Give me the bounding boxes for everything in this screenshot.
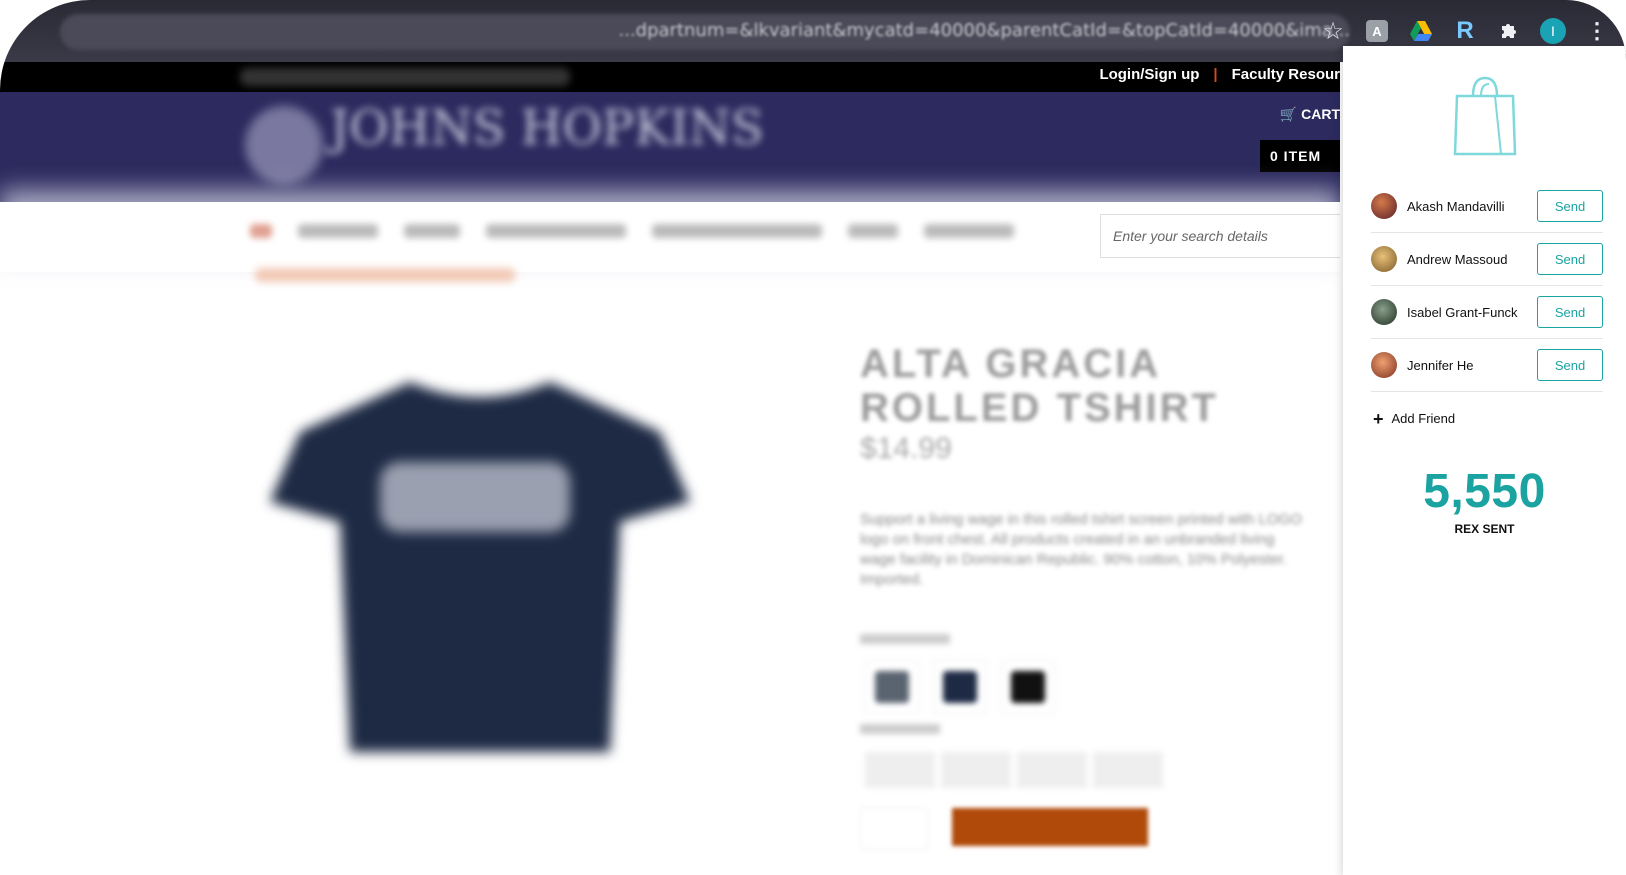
extensions-puzzle-icon[interactable]: [1494, 16, 1524, 46]
top-links: Login/Sign up | Faculty Resour: [1099, 66, 1340, 83]
website-page: Login/Sign up | Faculty Resour JOHNS HOP…: [0, 62, 1340, 875]
product-price: $14.99: [860, 432, 952, 465]
quantity-stepper[interactable]: [860, 808, 928, 850]
breadcrumb[interactable]: [255, 268, 515, 282]
friend-row: Akash Mandavilli Send: [1371, 180, 1603, 233]
size-option[interactable]: [1017, 752, 1087, 788]
send-button[interactable]: Send: [1537, 190, 1603, 222]
avatar: [1371, 193, 1397, 219]
friend-row: Isabel Grant-Funck Send: [1371, 286, 1603, 339]
rex-extension-popup: Akash Mandavilli Send Andrew Massoud Sen…: [1343, 46, 1626, 875]
product-description: Support a living wage in this rolled tsh…: [860, 511, 1302, 588]
send-button[interactable]: Send: [1537, 349, 1603, 381]
url-text[interactable]: ...dpartnum=&lkvariant&mycatd=40000&pare…: [80, 20, 1351, 44]
kebab-menu-icon[interactable]: ⋮: [1582, 16, 1612, 46]
friend-name: Akash Mandavilli: [1407, 198, 1505, 214]
blurred-top-text: [240, 68, 570, 86]
cart-label: CART: [1301, 106, 1340, 122]
rex-sent-count: 5,550: [1423, 465, 1546, 518]
size-option[interactable]: [1093, 752, 1163, 788]
product-image[interactable]: [260, 362, 700, 762]
size-label: [860, 724, 940, 734]
rex-extension-icon[interactable]: R: [1450, 16, 1480, 46]
add-friend-button[interactable]: + Add Friend: [1373, 408, 1456, 429]
avatar: [1371, 299, 1397, 325]
faculty-resources-link[interactable]: Faculty Resour: [1232, 66, 1340, 83]
toolbar-icons: ☆ A R I ⋮: [1318, 16, 1612, 46]
google-drive-icon[interactable]: [1406, 16, 1436, 46]
avatar: [1371, 352, 1397, 378]
avatar: [1371, 246, 1397, 272]
color-label: [860, 634, 950, 644]
swatch-navy[interactable]: [933, 660, 987, 714]
site-top-bar: Login/Sign up | Faculty Resour: [0, 62, 1340, 92]
site-search-input[interactable]: Enter your search details: [1100, 214, 1340, 258]
extension-a-icon[interactable]: A: [1362, 16, 1392, 46]
swatch-black[interactable]: [1001, 660, 1055, 714]
send-button[interactable]: Send: [1537, 243, 1603, 275]
login-link[interactable]: Login/Sign up: [1099, 66, 1199, 83]
shopping-bag-icon: [1453, 76, 1517, 156]
profile-avatar-icon[interactable]: I: [1538, 16, 1568, 46]
product-title: ALTA GRACIA ROLLED TSHIRT: [860, 342, 1219, 430]
site-nav: Enter your search details: [0, 202, 1340, 272]
link-separator: |: [1213, 66, 1218, 83]
friend-row: Andrew Massoud Send: [1371, 233, 1603, 286]
cart-link[interactable]: 🛒 CART: [1280, 106, 1340, 123]
blurred-nav-items[interactable]: [250, 224, 1014, 238]
add-to-cart-button[interactable]: [952, 808, 1148, 846]
plus-icon: +: [1373, 408, 1384, 429]
bookmark-star-icon[interactable]: ☆: [1318, 16, 1348, 46]
rex-sent-label: REX SENT: [1454, 522, 1515, 536]
site-header: JOHNS HOPKINS 🛒 CART 0 ITEM: [0, 92, 1340, 202]
friend-name: Isabel Grant-Funck: [1407, 304, 1518, 320]
size-option[interactable]: [865, 752, 935, 788]
add-friend-label: Add Friend: [1391, 411, 1456, 426]
swatch-gray[interactable]: [865, 660, 919, 714]
friend-name: Jennifer He: [1407, 357, 1474, 373]
search-placeholder: Enter your search details: [1113, 228, 1268, 244]
size-option[interactable]: [941, 752, 1011, 788]
site-logo[interactable]: JOHNS HOPKINS: [240, 100, 764, 190]
friend-row: Jennifer He Send: [1371, 339, 1603, 392]
send-button[interactable]: Send: [1537, 296, 1603, 328]
color-swatches: [865, 660, 1055, 714]
friend-name: Andrew Massoud: [1407, 251, 1508, 267]
cart-items-count[interactable]: 0 ITEM: [1260, 140, 1340, 172]
browser-window: ...dpartnum=&lkvariant&mycatd=40000&pare…: [0, 0, 1626, 875]
size-options: [865, 752, 1163, 788]
